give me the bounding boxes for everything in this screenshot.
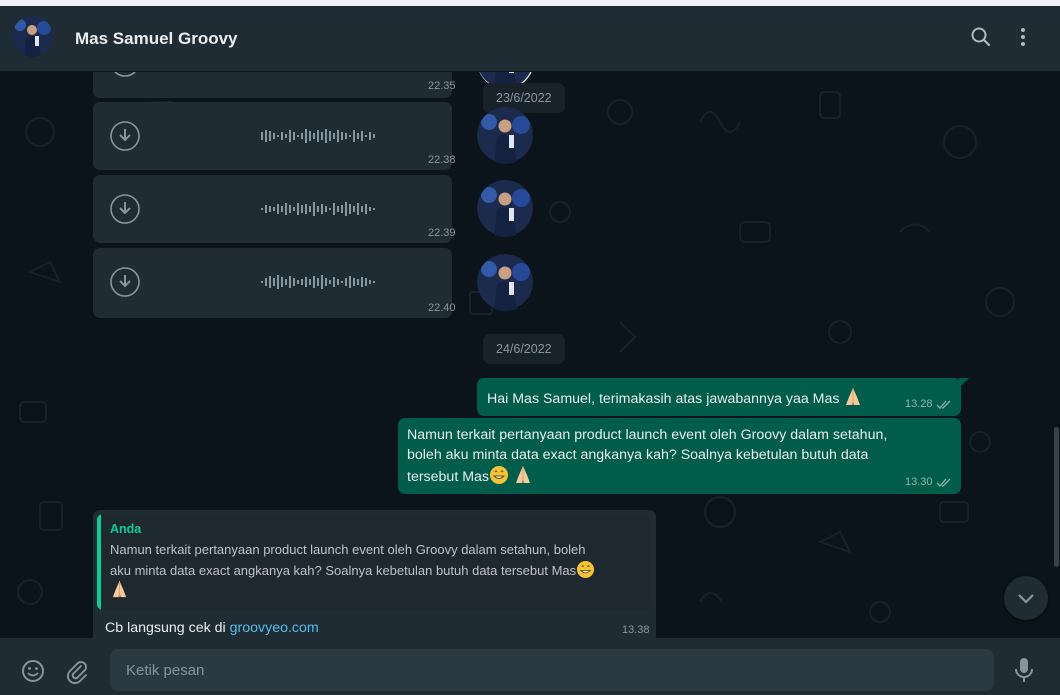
quote-text: Namun terkait pertanyaan product launch … — [110, 542, 586, 557]
quote-author: Anda — [110, 522, 142, 536]
grinning-face-emoji — [577, 560, 595, 578]
menu-icon[interactable] — [1010, 24, 1036, 50]
message-text: Namun terkait pertanyaan product launch … — [407, 427, 888, 443]
grinning-face-emoji — [490, 466, 509, 484]
double-check-icon — [936, 478, 951, 487]
message-time: 13.30 — [905, 476, 933, 488]
folded-hands-emoji — [515, 466, 530, 483]
quote-text: aku minta data exact angkanya kah? Soaln… — [110, 562, 577, 578]
download-icon[interactable] — [109, 120, 141, 152]
download-icon[interactable] — [109, 72, 141, 78]
date-divider: 24/6/2022 — [483, 334, 565, 364]
bubble-tail — [959, 378, 969, 388]
voice-note-bubble[interactable]: 22.40 — [93, 248, 533, 318]
double-check-icon — [936, 400, 951, 409]
outgoing-message[interactable]: Hai Mas Samuel, terimakasih atas jawaban… — [477, 378, 969, 416]
sender-avatar — [477, 180, 534, 237]
message-text: boleh aku minta data exact angkanya kah?… — [407, 446, 869, 463]
mic-icon[interactable] — [1012, 656, 1036, 689]
scrollbar-thumb[interactable] — [1054, 427, 1059, 567]
message-time: 22.39 — [428, 227, 456, 239]
voice-note-bubble[interactable]: 22.38 — [93, 102, 533, 170]
download-icon[interactable] — [109, 266, 141, 298]
chat-area[interactable]: 22.35 23/6/2022 22.38 22.39 22.40 24/6/2… — [0, 72, 1060, 638]
folded-hands-emoji — [846, 388, 861, 405]
emoji-icon[interactable] — [20, 658, 46, 689]
folded-hands-emoji — [112, 580, 127, 598]
website-link[interactable]: groovyeo.com — [230, 620, 319, 636]
message-text: tersebut Mas — [407, 469, 490, 485]
voice-note-bubble[interactable]: 22.39 — [93, 175, 533, 243]
message-time: 22.38 — [428, 154, 456, 166]
incoming-message[interactable]: Anda Namun terkait pertanyaan product la… — [93, 510, 656, 638]
quote-bar — [97, 514, 101, 610]
message-time: 22.40 — [428, 302, 456, 314]
contact-avatar[interactable] — [12, 16, 53, 57]
message-input[interactable] — [110, 649, 994, 691]
message-time: 13.38 — [622, 624, 650, 636]
contact-name[interactable]: Mas Samuel Groovy — [75, 29, 238, 49]
message-composer — [0, 638, 1060, 695]
download-icon[interactable] — [109, 193, 141, 225]
quoted-message[interactable]: Anda Namun terkait pertanyaan product la… — [97, 514, 650, 610]
chevron-down-icon — [1018, 594, 1034, 604]
search-icon[interactable] — [968, 24, 994, 50]
sender-avatar — [477, 254, 534, 311]
outgoing-message[interactable]: Namun terkait pertanyaan product launch … — [398, 418, 961, 494]
message-time: 13.28 — [905, 398, 933, 410]
sender-avatar — [477, 107, 534, 164]
voice-waveform[interactable] — [259, 270, 451, 294]
message-text: Cb langsung cek di — [105, 620, 230, 636]
scroll-down-button[interactable] — [1004, 576, 1048, 620]
voice-note-bubble[interactable]: 22.35 — [93, 72, 534, 98]
attach-icon[interactable] — [64, 658, 90, 689]
voice-waveform[interactable] — [259, 124, 451, 148]
chat-header: Mas Samuel Groovy — [0, 0, 1060, 72]
message-time: 22.35 — [428, 80, 456, 92]
message-text: Hai Mas Samuel, terimakasih atas jawaban… — [487, 391, 840, 407]
voice-waveform[interactable] — [259, 197, 451, 221]
